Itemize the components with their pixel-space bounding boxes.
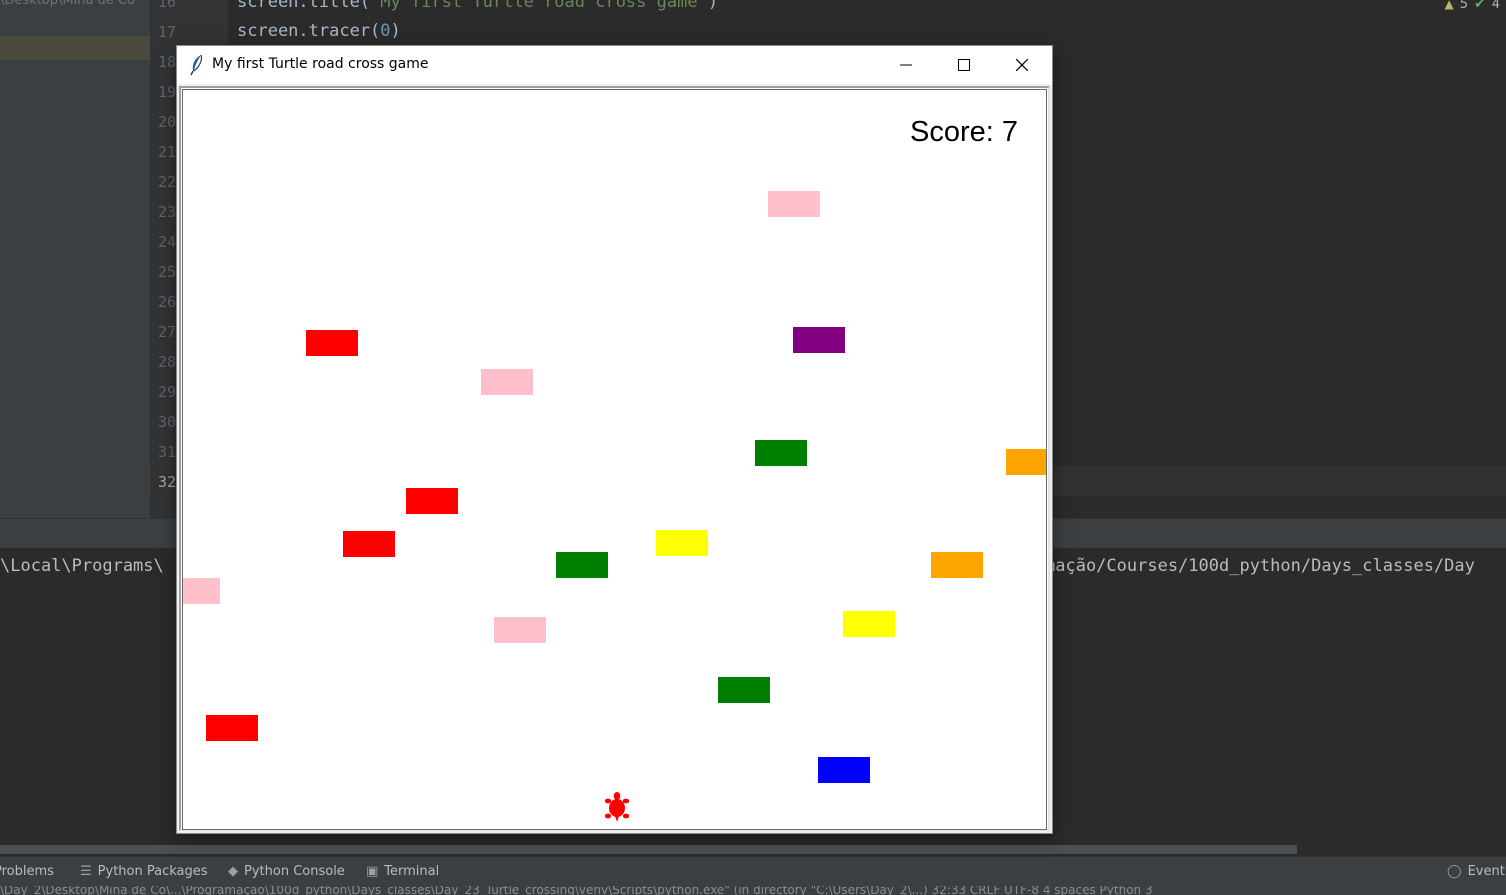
- line-number: 21: [158, 143, 177, 161]
- tab-python-packages-label: Python Packages: [97, 864, 208, 879]
- car-12: [843, 611, 895, 637]
- check-icon: ✔: [1473, 0, 1486, 12]
- tab-event-log[interactable]: ◯ Event L: [1447, 864, 1506, 879]
- car-14: [718, 677, 770, 703]
- car-9: [556, 552, 608, 578]
- line-number: 31: [158, 443, 177, 461]
- car-13: [494, 617, 546, 643]
- car-8: [656, 530, 708, 556]
- car-11: [183, 578, 220, 604]
- project-selected-row[interactable]: [0, 36, 150, 60]
- line-number: 28: [158, 353, 177, 371]
- warning-icon: ▲: [1444, 0, 1454, 11]
- player-turtle-icon: [604, 792, 630, 822]
- turtle-window[interactable]: My first Turtle road cross game Score: 7: [177, 46, 1052, 833]
- horizontal-scrollbar[interactable]: [0, 845, 1297, 854]
- tab-event-log-label: Event L: [1467, 864, 1506, 879]
- tab-python-console[interactable]: ◆ Python Console: [228, 864, 345, 879]
- python-icon: ◆: [228, 864, 238, 879]
- line-number: 32: [158, 473, 177, 491]
- ok-count: 4: [1491, 0, 1500, 12]
- code-line-17[interactable]: screen.tracer(0): [237, 21, 401, 41]
- line-number: 17: [158, 23, 177, 41]
- status-text: \Day_2\Desktop\Mina de Co\...\Programaçã…: [0, 886, 1153, 895]
- bottom-tool-tabs: [0, 856, 1506, 887]
- car-4: [755, 440, 807, 466]
- project-path: \Desktop\Mina de Co: [0, 0, 135, 8]
- minimize-button[interactable]: [877, 46, 935, 84]
- car-16: [818, 757, 870, 783]
- window-titlebar[interactable]: My first Turtle road cross game: [177, 46, 1052, 84]
- line-number: 19: [158, 83, 177, 101]
- car-2: [793, 327, 845, 353]
- project-panel: \Desktop\Mina de Co: [0, 0, 150, 518]
- tab-terminal[interactable]: ▣ Terminal: [366, 864, 439, 879]
- maximize-button[interactable]: [935, 46, 993, 84]
- maximize-icon: [958, 59, 970, 71]
- line-number: 24: [158, 233, 177, 251]
- code-line-16[interactable]: screen.title("My first Turtle road cross…: [237, 0, 718, 12]
- terminal-icon: ▣: [366, 864, 379, 879]
- line-number: 26: [158, 293, 177, 311]
- game-canvas-frame: Score: 7: [179, 86, 1050, 831]
- event-log-icon: ◯: [1447, 864, 1462, 879]
- line-number: 27: [158, 323, 177, 341]
- run-output-left: \Local\Programs\: [0, 556, 164, 576]
- minimize-icon: [900, 64, 912, 66]
- tab-terminal-label: Terminal: [384, 864, 440, 879]
- run-output-right: mação/Courses/100d_python/Days_classes/D…: [1045, 556, 1475, 576]
- line-number: 29: [158, 383, 177, 401]
- car-7: [343, 531, 395, 557]
- line-number: 20: [158, 113, 177, 131]
- line-number: 22: [158, 173, 177, 191]
- inspection-widget[interactable]: ▲ 5 ✔ 4: [1444, 0, 1500, 12]
- car-0: [768, 191, 820, 217]
- line-number: 18: [158, 53, 177, 71]
- tab-problems[interactable]: Problems: [0, 864, 54, 879]
- car-5: [1006, 449, 1046, 475]
- car-3: [481, 369, 533, 395]
- line-number: 25: [158, 263, 177, 281]
- close-icon: [1016, 59, 1028, 71]
- tab-python-console-label: Python Console: [244, 864, 345, 879]
- car-1: [306, 330, 358, 356]
- car-6: [406, 488, 458, 514]
- car-10: [931, 552, 983, 578]
- window-title: My first Turtle road cross game: [212, 56, 429, 72]
- tab-python-packages[interactable]: ☰ Python Packages: [80, 864, 208, 879]
- tab-problems-label: Problems: [0, 864, 54, 879]
- status-bar: \Day_2\Desktop\Mina de Co\...\Programaçã…: [0, 886, 1506, 895]
- close-button[interactable]: [993, 46, 1051, 84]
- packages-icon: ☰: [80, 864, 92, 879]
- line-number: 16: [158, 0, 177, 11]
- game-canvas[interactable]: Score: 7: [182, 89, 1047, 830]
- line-number: 30: [158, 413, 177, 431]
- car-15: [206, 715, 258, 741]
- feather-icon: [190, 54, 203, 76]
- score-label: Score: 7: [910, 116, 1018, 148]
- line-number: 23: [158, 203, 177, 221]
- warning-count: 5: [1459, 0, 1468, 12]
